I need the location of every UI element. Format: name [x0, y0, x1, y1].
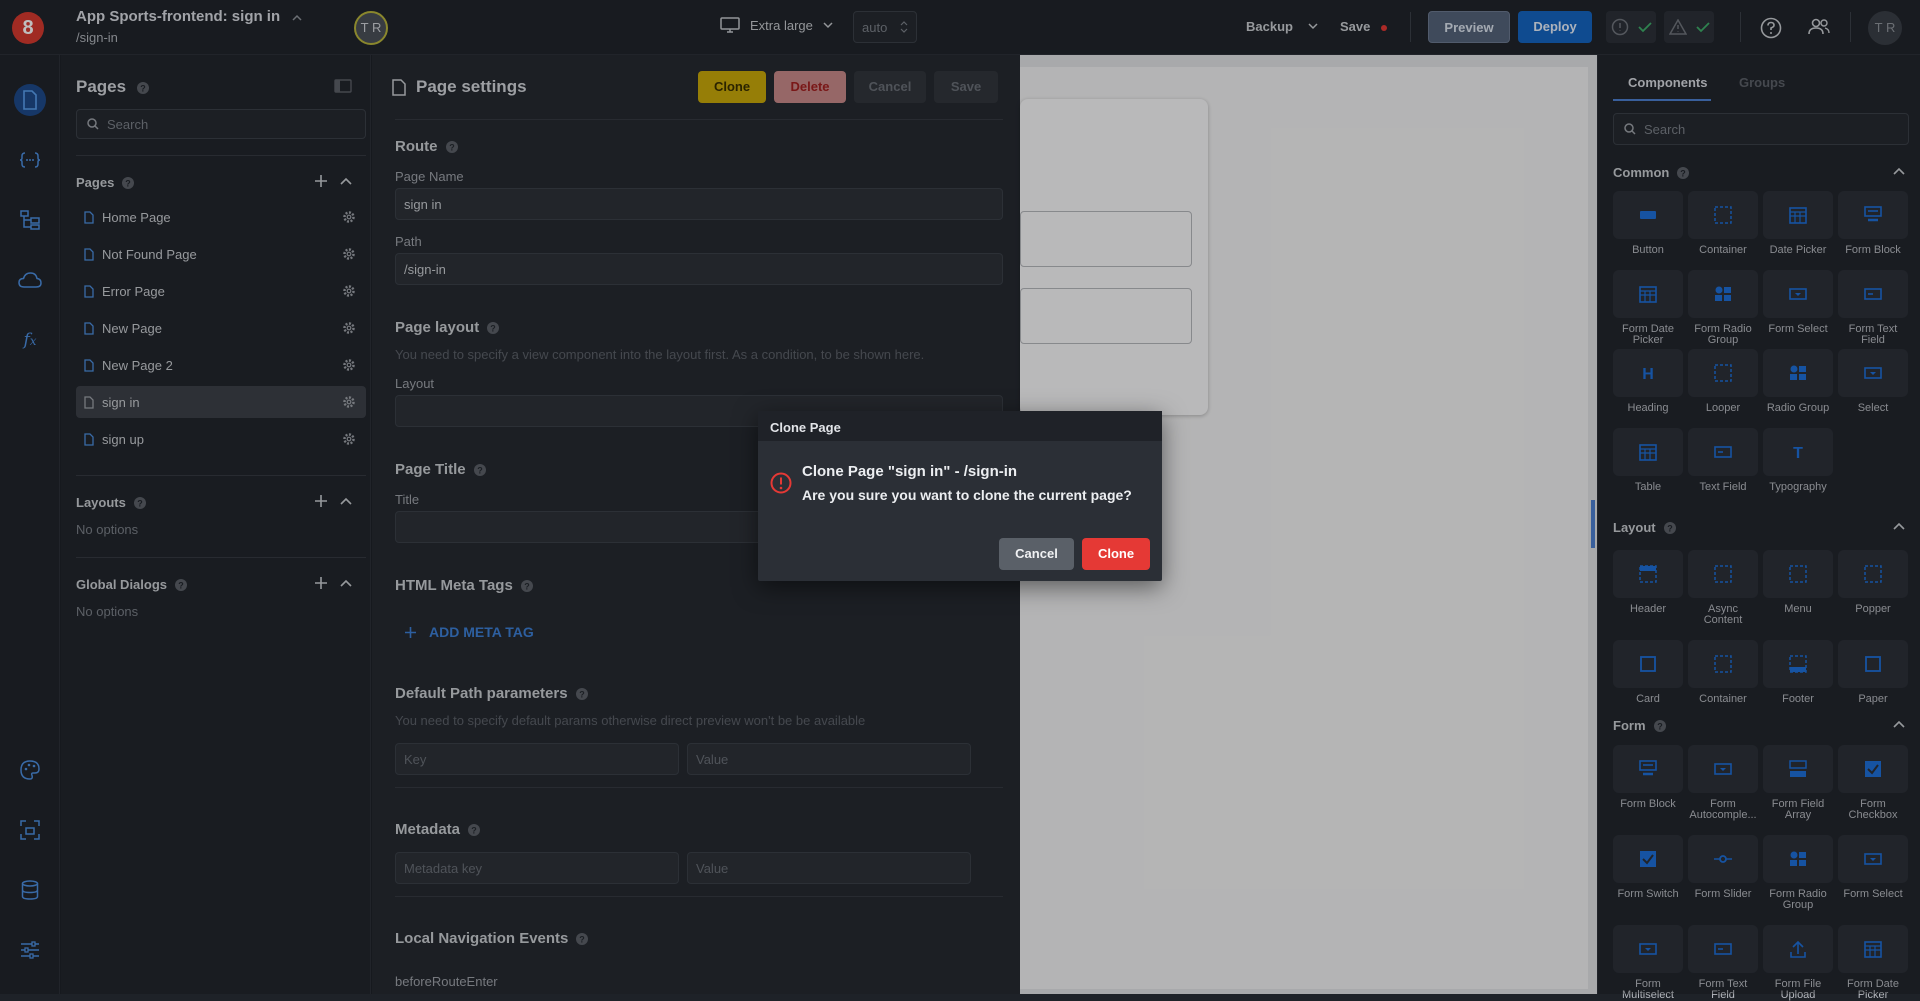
clone-page-dialog: Clone Page Clone Page "sign in" - /sign-…	[758, 411, 1162, 581]
dialog-clone-button[interactable]: Clone	[1082, 538, 1150, 570]
dialog-cancel-button[interactable]: Cancel	[999, 538, 1074, 570]
dialog-question: Are you sure you want to clone the curre…	[802, 487, 1132, 503]
dialog-header: Clone Page	[758, 411, 1162, 441]
dialog-message: Clone Page "sign in" - /sign-in	[802, 463, 1018, 480]
error-icon	[770, 472, 792, 494]
